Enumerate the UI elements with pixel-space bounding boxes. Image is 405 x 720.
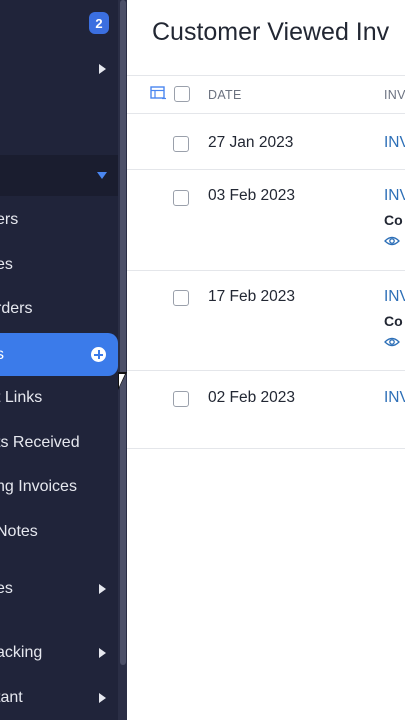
- row-subtext: Co: [384, 212, 403, 228]
- main-content: Customer Viewed Inv DATE INV 27 Jan 2023…: [127, 0, 405, 720]
- row-divider: [127, 169, 405, 170]
- sidebar-item-payment-links[interactable]: t Links: [0, 376, 118, 420]
- sidebar-item-recurring-invoices[interactable]: ng Invoices: [0, 465, 118, 509]
- divider: [127, 75, 405, 76]
- sidebar-item-sales-orders[interactable]: rders: [0, 287, 118, 331]
- chevron-right-icon: [99, 64, 106, 74]
- sidebar-item-payments-received[interactable]: ts Received: [0, 421, 118, 465]
- row-checkbox[interactable]: [173, 136, 189, 152]
- row-checkbox[interactable]: [173, 290, 189, 306]
- row-checkbox[interactable]: [173, 190, 189, 206]
- chevron-right-icon: [99, 648, 106, 658]
- sidebar-item-quotes[interactable]: es: [0, 243, 118, 287]
- sidebar-item-purchases[interactable]: es: [0, 567, 118, 611]
- page-title: Customer Viewed Inv: [152, 18, 390, 46]
- eye-icon: [384, 337, 400, 347]
- chevron-right-icon: [99, 693, 106, 703]
- select-all-checkbox[interactable]: [174, 86, 190, 102]
- row-date: 17 Feb 2023: [208, 288, 296, 305]
- row-divider: [127, 370, 405, 371]
- row-checkbox[interactable]: [173, 391, 189, 407]
- notification-badge: 2: [89, 12, 109, 34]
- mouse-cursor-fill: [119, 374, 125, 387]
- row-divider: [127, 270, 405, 271]
- column-settings-icon[interactable]: [150, 86, 167, 100]
- invoice-link[interactable]: INV: [384, 134, 405, 152]
- column-header-date[interactable]: DATE: [208, 88, 242, 102]
- column-header-invoice[interactable]: INV: [384, 88, 405, 102]
- row-date: 02 Feb 2023: [208, 389, 296, 406]
- invoice-link[interactable]: INV: [384, 288, 405, 306]
- chevron-down-icon: [97, 172, 107, 179]
- sidebar-section-header[interactable]: [0, 155, 118, 196]
- sidebar-scrollbar-thumb[interactable]: [120, 0, 126, 665]
- sidebar-item-accountant[interactable]: tant: [0, 676, 118, 720]
- row-divider: [127, 448, 405, 449]
- sidebar: 2 ers es rders s t Links ts Received ng …: [0, 0, 127, 720]
- invoice-link[interactable]: INV: [384, 187, 405, 205]
- divider: [127, 113, 405, 114]
- sidebar-item-time-tracking[interactable]: acking: [0, 631, 118, 675]
- add-invoice-icon[interactable]: [91, 347, 106, 362]
- row-date: 27 Jan 2023: [208, 134, 294, 151]
- chevron-right-icon: [99, 584, 106, 594]
- sidebar-item-credit-notes[interactable]: Notes: [0, 510, 118, 554]
- sidebar-item-customers[interactable]: ers: [0, 198, 118, 242]
- row-date: 03 Feb 2023: [208, 187, 296, 204]
- eye-icon: [384, 236, 400, 246]
- invoice-link[interactable]: INV: [384, 389, 405, 407]
- row-subtext: Co: [384, 313, 403, 329]
- sidebar-item-collapsed-1[interactable]: [0, 47, 118, 91]
